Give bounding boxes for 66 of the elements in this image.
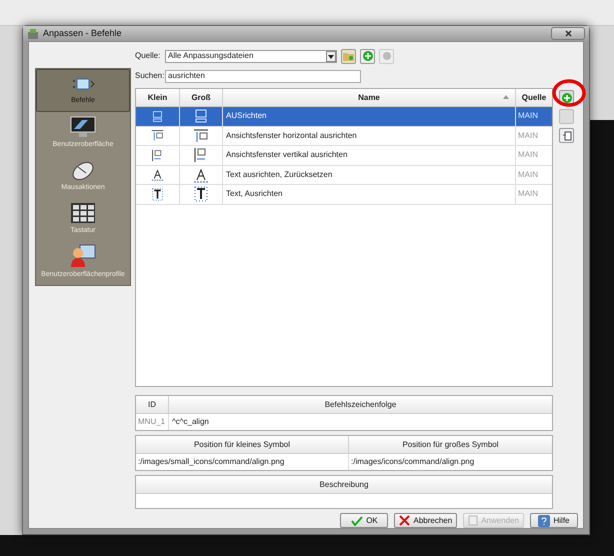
close-button[interactable] [551,27,585,40]
command-id: MNU_1 [136,414,169,430]
load-file-button[interactable] [341,48,356,64]
add-button[interactable] [360,48,375,64]
help-icon [538,514,550,526]
command-source: MAIN [518,188,538,200]
dialog-button[interactable]: OK [340,513,388,528]
table-row[interactable]: Text, Ausrichten MAIN [136,185,552,204]
table-row[interactable]: AUSrichten MAIN [136,107,552,126]
horizontal-align-icon [151,129,164,142]
column-header: Groß [180,89,223,107]
column-header: Klein [136,89,180,107]
command-source: MAIN [518,130,538,142]
command-name: Ansichtsfenster vertikal ausrichten [226,149,348,162]
copy-icon [562,130,572,140]
remove-button[interactable] [379,48,394,64]
align-icon [151,110,164,123]
align-icon [193,108,209,124]
plus-icon [362,51,372,61]
column-header: Position für kleines Symbol [136,436,349,454]
column-header: Quelle [516,89,552,107]
text-a-icon [193,166,209,183]
command-name: Ansichtsfenster horizontal ausrichten [226,130,357,142]
text-a-icon [151,168,164,182]
keyboard-icon [70,202,96,224]
check-icon [351,516,364,526]
horizontal-align-icon [193,128,209,144]
dialog-button[interactable]: Hilfe [530,513,578,528]
command-name: Text, Ausrichten [226,188,282,200]
table-row[interactable]: Text ausrichten, Zurücksetzen MAIN [136,166,552,185]
table-row[interactable]: Ansichtsfenster horizontal ausrichten MAIN [136,126,552,146]
sort-arrow-icon [503,95,509,99]
mouse-icon [70,159,96,182]
search-field[interactable]: ausrichten [165,70,361,82]
column-header[interactable]: Name [223,89,516,107]
large-icon-path: :/images/icons/command/align.png [350,456,474,468]
app-icon [27,28,39,40]
table-row[interactable]: Ansichtsfenster vertikal ausrichten MAIN [136,146,552,166]
small-icon-path: :/images/small_icons/command/align.png [136,454,349,470]
cross-icon [399,515,410,526]
document-icon [468,515,478,526]
plus-icon [562,92,572,102]
source-label: Quelle: [135,50,161,62]
dialog-button[interactable]: Abbrechen [394,513,458,528]
column-header: ID [136,396,169,414]
vertical-align-icon [151,148,164,162]
command-source: MAIN [518,149,538,162]
command-sequence: ^c^c_align [171,416,209,428]
text-t-icon [151,188,164,201]
command-source: MAIN [518,168,538,181]
column-header: Position für großes Symbol [349,436,552,454]
annotation-circle [551,78,587,108]
command-source: MAIN [518,110,538,122]
source-dropdown[interactable]: Alle Anpassungsdateien [165,50,337,62]
close-icon [564,30,572,37]
monitor-icon [70,116,96,138]
column-header: Befehlszeichenfolge [169,396,552,414]
copy-command-button[interactable] [559,128,574,143]
command-name: Text ausrichten, Zurücksetzen [226,168,332,181]
remove-icon [382,52,390,60]
window-title: Anpassen - Befehle [43,26,122,40]
text-t-icon [193,186,209,202]
user-profile-icon [70,244,96,268]
command-name: AUSrichten [226,110,266,122]
column-header: Beschreibung [136,476,552,494]
folder-icon [343,52,354,60]
